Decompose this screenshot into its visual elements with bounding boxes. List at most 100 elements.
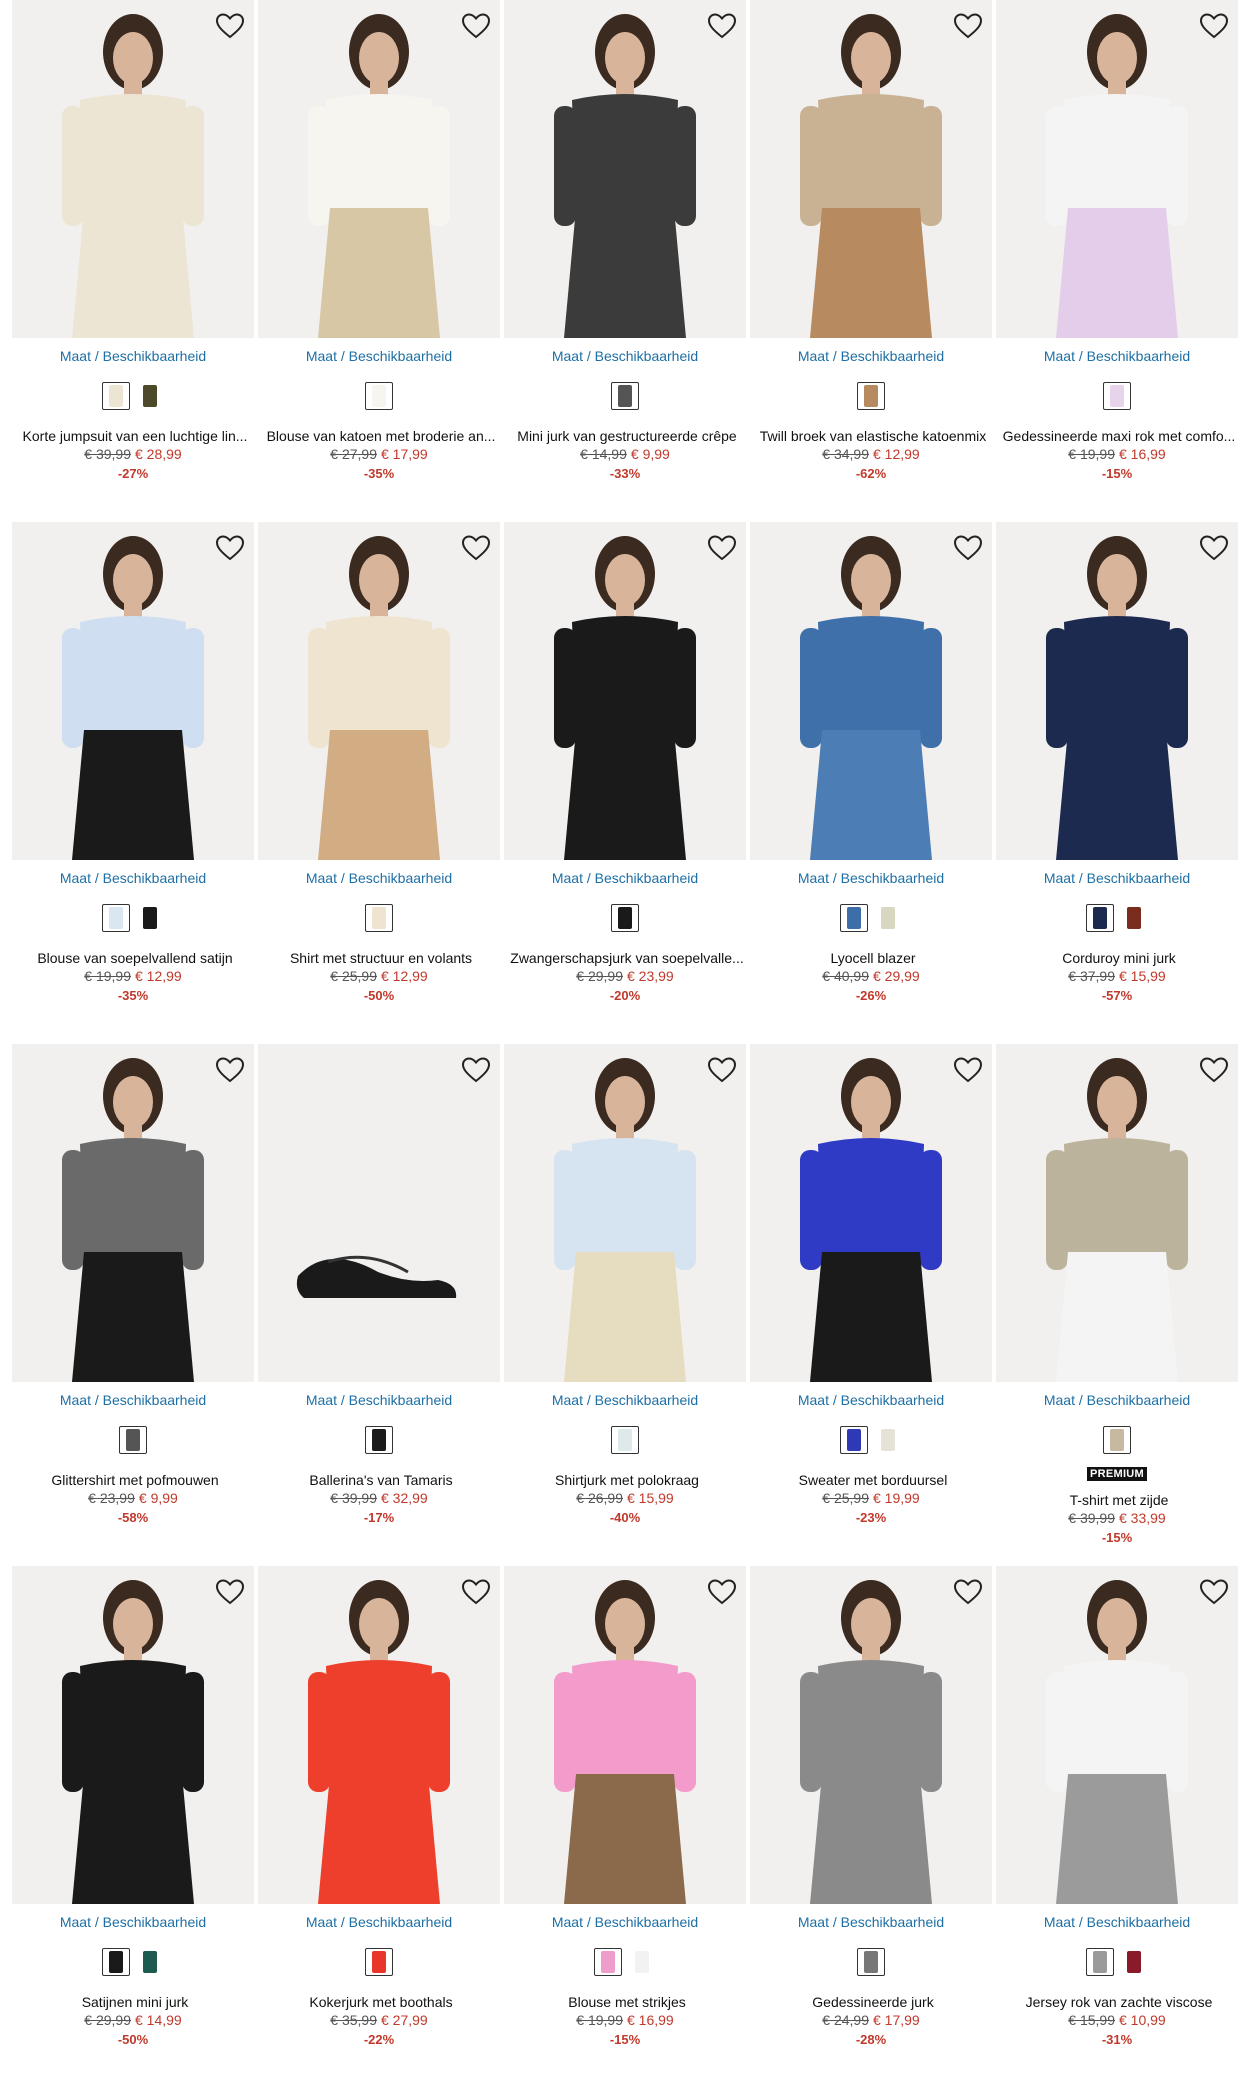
color-swatch[interactable] xyxy=(594,1948,622,1976)
wishlist-heart-icon[interactable] xyxy=(952,1576,984,1608)
color-swatch[interactable] xyxy=(1120,1948,1148,1976)
wishlist-heart-icon[interactable] xyxy=(706,532,738,564)
product-image[interactable] xyxy=(12,1566,254,1904)
product-name[interactable]: Korte jumpsuit van een luchtige lin... xyxy=(12,428,258,444)
color-swatch[interactable] xyxy=(628,1948,656,1976)
wishlist-heart-icon[interactable] xyxy=(214,1576,246,1608)
color-swatch[interactable] xyxy=(136,904,164,932)
product-name[interactable]: Gedessineerde jurk xyxy=(750,1994,996,2010)
size-availability-link[interactable]: Maat / Beschikbaarheid xyxy=(12,870,254,886)
wishlist-heart-icon[interactable] xyxy=(460,1054,492,1086)
size-availability-link[interactable]: Maat / Beschikbaarheid xyxy=(258,1914,500,1930)
size-availability-link[interactable]: Maat / Beschikbaarheid xyxy=(996,870,1238,886)
product-card[interactable]: Maat / Beschikbaarheid Satijnen mini jurk… xyxy=(12,1566,258,2082)
size-availability-link[interactable]: Maat / Beschikbaarheid xyxy=(750,1392,992,1408)
size-availability-link[interactable]: Maat / Beschikbaarheid xyxy=(504,1914,746,1930)
product-image[interactable] xyxy=(12,1044,254,1382)
product-image[interactable] xyxy=(12,0,254,338)
product-name[interactable]: T-shirt met zijde xyxy=(996,1492,1242,1508)
wishlist-heart-icon[interactable] xyxy=(706,1576,738,1608)
product-card[interactable]: Maat / Beschikbaarheid Blouse van soepelv… xyxy=(12,522,258,1042)
color-swatch[interactable] xyxy=(857,382,885,410)
product-card[interactable]: Maat / Beschikbaarheid Zwangerschapsjurk … xyxy=(504,522,750,1042)
product-image[interactable] xyxy=(504,522,746,860)
product-image[interactable] xyxy=(996,1566,1238,1904)
product-name[interactable]: Ballerina's van Tamaris xyxy=(258,1472,504,1488)
product-name[interactable]: Shirtjurk met polokraag xyxy=(504,1472,750,1488)
size-availability-link[interactable]: Maat / Beschikbaarheid xyxy=(996,1914,1238,1930)
color-swatch[interactable] xyxy=(136,1948,164,1976)
color-swatch[interactable] xyxy=(611,1426,639,1454)
product-card[interactable]: Maat / Beschikbaarheid Jersey rok van zac… xyxy=(996,1566,1242,2082)
size-availability-link[interactable]: Maat / Beschikbaarheid xyxy=(258,1392,500,1408)
color-swatch[interactable] xyxy=(874,1426,902,1454)
product-card[interactable]: Maat / Beschikbaarheid Lyocell blazer € 40… xyxy=(750,522,996,1042)
color-swatch[interactable] xyxy=(365,904,393,932)
product-name[interactable]: Corduroy mini jurk xyxy=(996,950,1242,966)
wishlist-heart-icon[interactable] xyxy=(952,1054,984,1086)
wishlist-heart-icon[interactable] xyxy=(1198,1576,1230,1608)
size-availability-link[interactable]: Maat / Beschikbaarheid xyxy=(258,870,500,886)
color-swatch[interactable] xyxy=(840,1426,868,1454)
product-card[interactable]: Maat / Beschikbaarheid Korte jumpsuit van… xyxy=(12,0,258,520)
size-availability-link[interactable]: Maat / Beschikbaarheid xyxy=(750,1914,992,1930)
product-card[interactable]: Maat / Beschikbaarheid Glittershirt met p… xyxy=(12,1044,258,1564)
color-swatch[interactable] xyxy=(857,1948,885,1976)
product-image[interactable] xyxy=(504,1566,746,1904)
product-card[interactable]: Maat / Beschikbaarheid Gedessineerde jurk… xyxy=(750,1566,996,2082)
product-card[interactable]: Maat / Beschikbaarheid Corduroy mini jurk… xyxy=(996,522,1242,1042)
size-availability-link[interactable]: Maat / Beschikbaarheid xyxy=(750,348,992,364)
product-card[interactable]: Maat / Beschikbaarheid Mini jurk van gest… xyxy=(504,0,750,520)
product-card[interactable]: Maat / Beschikbaarheid Kokerjurk met boot… xyxy=(258,1566,504,2082)
product-image[interactable] xyxy=(258,1044,500,1382)
product-name[interactable]: Gedessineerde maxi rok met comfo... xyxy=(996,428,1242,444)
product-name[interactable]: Satijnen mini jurk xyxy=(12,1994,258,2010)
product-name[interactable]: Blouse van soepelvallend satijn xyxy=(12,950,258,966)
product-name[interactable]: Jersey rok van zachte viscose xyxy=(996,1994,1242,2010)
product-card[interactable]: Maat / Beschikbaarheid PREMIUM T-shirt met… xyxy=(996,1044,1242,1564)
wishlist-heart-icon[interactable] xyxy=(1198,532,1230,564)
color-swatch[interactable] xyxy=(874,904,902,932)
product-name[interactable]: Mini jurk van gestructureerde crêpe xyxy=(504,428,750,444)
product-image[interactable] xyxy=(996,0,1238,338)
color-swatch[interactable] xyxy=(365,382,393,410)
color-swatch[interactable] xyxy=(1086,904,1114,932)
color-swatch[interactable] xyxy=(1120,904,1148,932)
wishlist-heart-icon[interactable] xyxy=(952,532,984,564)
product-image[interactable] xyxy=(750,1044,992,1382)
wishlist-heart-icon[interactable] xyxy=(460,532,492,564)
color-swatch[interactable] xyxy=(611,382,639,410)
wishlist-heart-icon[interactable] xyxy=(1198,1054,1230,1086)
size-availability-link[interactable]: Maat / Beschikbaarheid xyxy=(750,870,992,886)
color-swatch[interactable] xyxy=(102,1948,130,1976)
color-swatch[interactable] xyxy=(365,1948,393,1976)
product-card[interactable]: Maat / Beschikbaarheid Shirtjurk met polo… xyxy=(504,1044,750,1564)
color-swatch[interactable] xyxy=(1103,1426,1131,1454)
product-image[interactable] xyxy=(750,1566,992,1904)
product-card[interactable]: Maat / Beschikbaarheid Sweater met borduu… xyxy=(750,1044,996,1564)
product-card[interactable]: Maat / Beschikbaarheid Blouse van katoen … xyxy=(258,0,504,520)
product-image[interactable] xyxy=(996,1044,1238,1382)
product-image[interactable] xyxy=(750,522,992,860)
size-availability-link[interactable]: Maat / Beschikbaarheid xyxy=(504,870,746,886)
color-swatch[interactable] xyxy=(1103,382,1131,410)
product-image[interactable] xyxy=(504,0,746,338)
color-swatch[interactable] xyxy=(365,1426,393,1454)
size-availability-link[interactable]: Maat / Beschikbaarheid xyxy=(504,1392,746,1408)
color-swatch[interactable] xyxy=(136,382,164,410)
size-availability-link[interactable]: Maat / Beschikbaarheid xyxy=(504,348,746,364)
color-swatch[interactable] xyxy=(840,904,868,932)
color-swatch[interactable] xyxy=(1086,1948,1114,1976)
product-name[interactable]: Twill broek van elastische katoenmix xyxy=(750,428,996,444)
product-name[interactable]: Kokerjurk met boothals xyxy=(258,1994,504,2010)
product-image[interactable] xyxy=(258,522,500,860)
wishlist-heart-icon[interactable] xyxy=(952,10,984,42)
product-image[interactable] xyxy=(996,522,1238,860)
wishlist-heart-icon[interactable] xyxy=(706,10,738,42)
size-availability-link[interactable]: Maat / Beschikbaarheid xyxy=(996,1392,1238,1408)
color-swatch[interactable] xyxy=(611,904,639,932)
color-swatch[interactable] xyxy=(102,382,130,410)
product-name[interactable]: Shirt met structuur en volants xyxy=(258,950,504,966)
product-image[interactable] xyxy=(258,1566,500,1904)
product-card[interactable]: Maat / Beschikbaarheid Shirt met structuu… xyxy=(258,522,504,1042)
